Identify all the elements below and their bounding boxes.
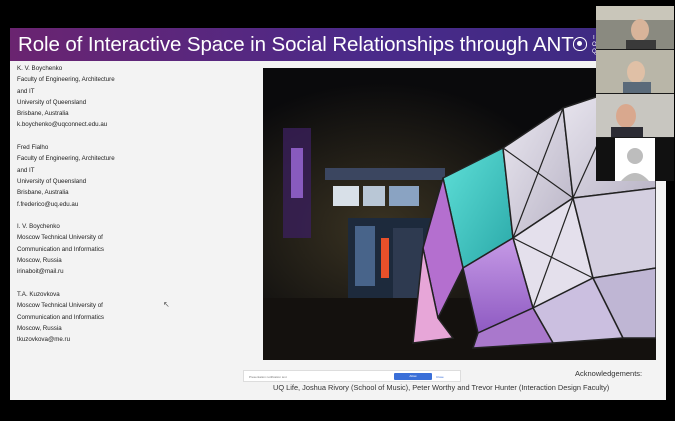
author-location: Moscow, Russia xyxy=(17,257,62,265)
participant-video-3 xyxy=(596,94,674,137)
author-email: tkuzovkova@me.ru xyxy=(17,336,71,344)
participant-video-tile[interactable] xyxy=(596,138,674,181)
author-university: University of Queensland xyxy=(17,98,87,106)
no-video-avatar-icon xyxy=(596,138,674,181)
acknowledgements-text: UQ Life, Joshua Rivory (School of Music)… xyxy=(273,383,610,392)
notification-allow-button[interactable]: Allow xyxy=(394,373,432,380)
author-affiliation: Communication and Informatics xyxy=(17,313,105,321)
acknowledgements-label: Acknowledgements: xyxy=(575,369,643,378)
author-block: I. V. Boychenko Moscow Technical Univers… xyxy=(17,221,177,277)
author-affiliation: Faculty of Engineering, Architecture xyxy=(17,155,115,163)
author-affiliation: Moscow Technical University of xyxy=(17,234,103,242)
participant-video-strip xyxy=(596,6,674,181)
author-university: University of Queensland xyxy=(17,177,87,185)
participant-video-1 xyxy=(596,6,674,49)
notification-close-link[interactable]: Close xyxy=(436,375,444,379)
notification-text: Presentation notification text xyxy=(249,375,287,379)
author-block: T.A. Kuzovkova Moscow Technical Universi… xyxy=(17,289,177,345)
author-email: k.boychenko@uqconnect.edu.au xyxy=(17,121,108,129)
participant-video-2 xyxy=(596,50,674,93)
author-block: K. V. Boychenko Faculty of Engineering, … xyxy=(17,63,177,131)
participant-video-tile[interactable] xyxy=(596,6,674,49)
participant-video-tile[interactable] xyxy=(596,50,674,93)
window-bottom-bar xyxy=(0,400,675,421)
author-affiliation: and IT xyxy=(17,87,35,95)
author-name: K. V. Boychenko xyxy=(17,65,63,72)
uq-crest-icon xyxy=(573,37,587,51)
author-list: K. V. Boychenko Faculty of Engineering, … xyxy=(17,63,177,357)
author-affiliation: and IT xyxy=(17,166,35,174)
presentation-slide: Role of Interactive Space in Social Rela… xyxy=(10,28,666,400)
notification-banner: Presentation notification text Allow Clo… xyxy=(243,370,461,382)
author-name: I. V. Boychenko xyxy=(17,223,60,231)
author-affiliation: Faculty of Engineering, Architecture xyxy=(17,76,115,84)
author-affiliation: Communication and Informatics xyxy=(17,245,105,253)
slide-title-bar: Role of Interactive Space in Social Rela… xyxy=(10,28,666,61)
author-name: Fred Fialho xyxy=(17,144,49,152)
mouse-cursor-icon: ↖ xyxy=(163,300,170,309)
author-email: f.frederico@uq.edu.au xyxy=(17,200,79,208)
slide-title: Role of Interactive Space in Social Rela… xyxy=(18,33,574,56)
author-block: Fred Fialho Faculty of Engineering, Arch… xyxy=(17,142,177,210)
author-affiliation: Moscow Technical University of xyxy=(17,302,103,310)
author-location: Brisbane, Australia xyxy=(17,189,69,197)
author-email: irinaboit@mail.ru xyxy=(17,268,64,276)
author-name: T.A. Kuzovkova xyxy=(17,290,60,298)
author-location: Moscow, Russia xyxy=(17,324,62,332)
author-location: Brisbane, Australia xyxy=(17,110,69,118)
participant-video-tile[interactable] xyxy=(596,94,674,137)
